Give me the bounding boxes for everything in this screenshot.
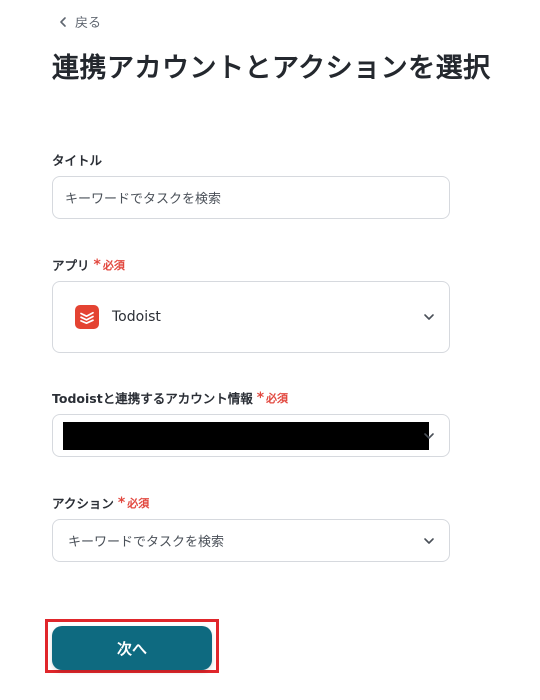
title-field-label: タイトル: [52, 153, 103, 168]
chevron-down-icon: [424, 537, 434, 544]
todoist-logo-icon: [75, 305, 99, 329]
next-button[interactable]: 次へ: [52, 626, 212, 670]
app-field-label: アプリ * 必須: [52, 256, 125, 274]
required-badge: * 必須: [117, 494, 150, 511]
chevron-left-icon: [60, 16, 66, 27]
account-select[interactable]: [52, 414, 450, 457]
action-select-value: キーワードでタスクを検索: [68, 535, 225, 550]
required-badge: * 必須: [93, 256, 125, 273]
back-link-label: 戻る: [75, 16, 102, 31]
account-field-label: Todoistと連携するアカウント情報 * 必須: [52, 389, 289, 407]
title-input-value: キーワードでタスクを検索: [65, 192, 222, 207]
action-field-label: アクション * 必須: [52, 494, 150, 512]
action-select[interactable]: キーワードでタスクを検索: [52, 519, 450, 562]
chevron-down-icon: [424, 432, 434, 439]
page-title: 連携アカウントとアクションを選択: [52, 53, 491, 84]
chevron-down-icon: [424, 314, 434, 320]
back-link[interactable]: 戻る: [57, 12, 101, 31]
title-input[interactable]: キーワードでタスクを検索: [52, 176, 450, 219]
redacted-account-value: [63, 422, 429, 450]
app-select-value: Todoist: [112, 309, 161, 325]
app-select[interactable]: Todoist: [52, 281, 450, 353]
required-badge: * 必須: [256, 389, 289, 406]
